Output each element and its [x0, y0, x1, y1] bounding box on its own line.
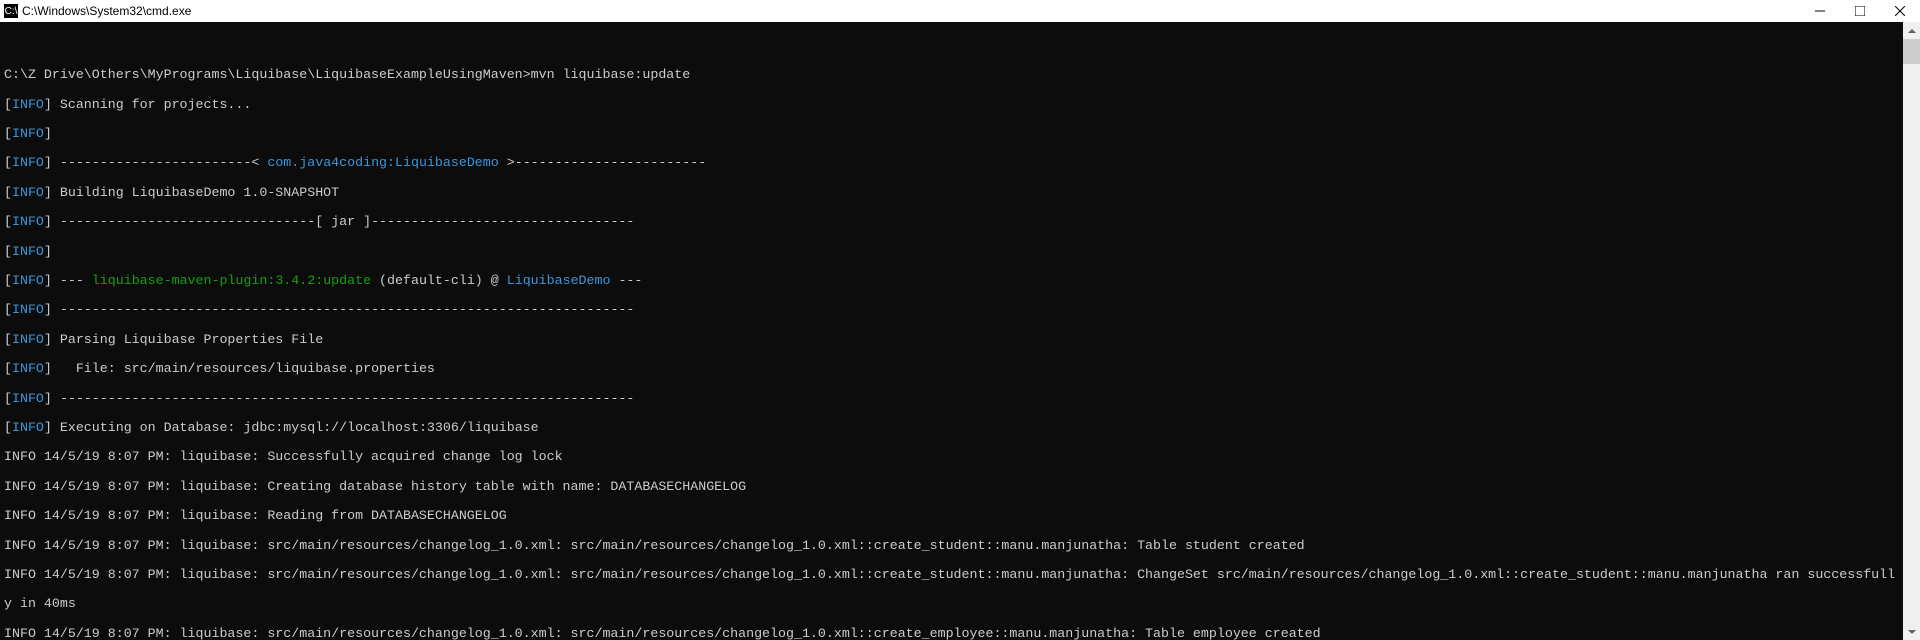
output-line: [INFO] Scanning for projects...	[4, 98, 1899, 113]
info-tag: INFO	[12, 273, 44, 288]
output-line: INFO 14/5/19 8:07 PM: liquibase: src/mai…	[4, 539, 1899, 554]
prompt-path: C:\Z Drive\Others\MyPrograms\Liquibase\L…	[4, 67, 531, 82]
output-line: INFO 14/5/19 8:07 PM: liquibase: src/mai…	[4, 568, 1899, 583]
output-line: [INFO]	[4, 127, 1899, 142]
output-line: [INFO] ---------------------------------…	[4, 303, 1899, 318]
output-line: [INFO] Executing on Database: jdbc:mysql…	[4, 421, 1899, 436]
output-line: [INFO] File: src/main/resources/liquibas…	[4, 362, 1899, 377]
cmd-icon: C:\	[4, 4, 18, 18]
output-line: [INFO] ---------------------------------…	[4, 392, 1899, 407]
terminal-output[interactable]: C:\Z Drive\Others\MyPrograms\Liquibase\L…	[0, 22, 1903, 640]
close-button[interactable]	[1880, 0, 1920, 22]
info-tag: INFO	[12, 361, 44, 376]
output-line: INFO 14/5/19 8:07 PM: liquibase: Reading…	[4, 509, 1899, 524]
output-line: INFO 14/5/19 8:07 PM: liquibase: src/mai…	[4, 627, 1899, 640]
info-tag: INFO	[12, 97, 44, 112]
window-controls	[1800, 0, 1920, 22]
maximize-button[interactable]	[1840, 0, 1880, 22]
output-line: INFO 14/5/19 8:07 PM: liquibase: Success…	[4, 450, 1899, 465]
info-tag: INFO	[12, 155, 44, 170]
output-line: [INFO] ------------------------< com.jav…	[4, 156, 1899, 171]
scroll-up-button[interactable]	[1903, 22, 1920, 39]
command-text: mvn liquibase:update	[531, 67, 691, 82]
info-tag: INFO	[12, 126, 44, 141]
output-line: [INFO]	[4, 245, 1899, 260]
info-tag: INFO	[12, 302, 44, 317]
scroll-down-button[interactable]	[1903, 623, 1920, 640]
window-titlebar: C:\ C:\Windows\System32\cmd.exe	[0, 0, 1920, 22]
output-line: [INFO] --------------------------------[…	[4, 215, 1899, 230]
prompt-line: C:\Z Drive\Others\MyPrograms\Liquibase\L…	[4, 68, 1899, 83]
output-line: y in 40ms	[4, 597, 1899, 612]
scrollbar-thumb[interactable]	[1903, 39, 1920, 64]
info-tag: INFO	[12, 214, 44, 229]
minimize-button[interactable]	[1800, 0, 1840, 22]
output-line: [INFO] Parsing Liquibase Properties File	[4, 333, 1899, 348]
info-tag: INFO	[12, 185, 44, 200]
output-line	[4, 39, 1899, 54]
info-tag: INFO	[12, 332, 44, 347]
plugin-name: liquibase-maven-plugin:3.4.2:update	[92, 273, 371, 288]
info-tag: INFO	[12, 420, 44, 435]
vertical-scrollbar[interactable]	[1903, 22, 1920, 640]
output-line: INFO 14/5/19 8:07 PM: liquibase: Creatin…	[4, 480, 1899, 495]
info-tag: INFO	[12, 391, 44, 406]
info-tag: INFO	[12, 244, 44, 259]
artifact-name: com.java4coding:LiquibaseDemo	[267, 155, 498, 170]
window-title: C:\Windows\System32\cmd.exe	[22, 4, 191, 18]
output-line: [INFO] --- liquibase-maven-plugin:3.4.2:…	[4, 274, 1899, 289]
output-line: [INFO] Building LiquibaseDemo 1.0-SNAPSH…	[4, 186, 1899, 201]
